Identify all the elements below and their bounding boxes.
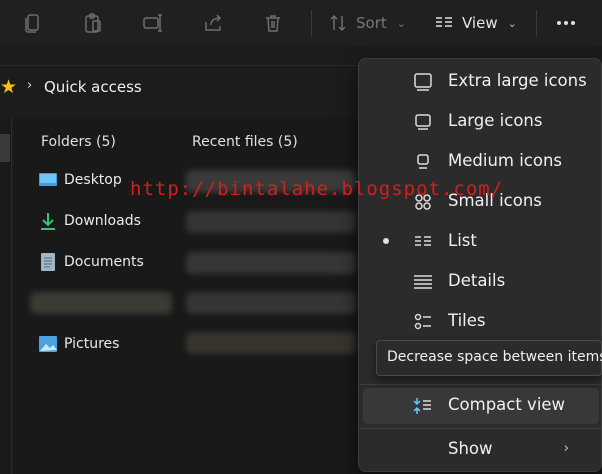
menu-item-label: List [448, 231, 477, 250]
menu-item-large-icons[interactable]: Large icons [363, 104, 599, 140]
menu-item-label: Extra large icons [448, 71, 587, 90]
menu-item-extra-large-icons[interactable]: Extra large icons [363, 64, 599, 100]
menu-item-details[interactable]: Details [363, 264, 599, 300]
selected-bullet-icon [383, 238, 389, 244]
menu-item-tiles[interactable]: Tiles [363, 304, 599, 340]
view-label: View [462, 14, 498, 32]
documents-icon [41, 253, 55, 271]
navigation-pane [0, 118, 12, 474]
large-icons-icon [415, 114, 431, 130]
command-bar: Sort ⌄ View ⌄ [0, 0, 602, 46]
folder-pictures[interactable]: Pictures [38, 332, 119, 356]
redacted-recent-file[interactable] [186, 252, 356, 274]
recent-files-header[interactable]: Recent files (5) [192, 134, 298, 150]
rename-icon[interactable] [140, 10, 166, 36]
compact-view-icon [413, 398, 431, 414]
menu-item-show[interactable]: Show › [363, 432, 599, 468]
chevron-down-icon: ⌄ [396, 16, 406, 30]
sort-label: Sort [356, 14, 387, 32]
folders-header[interactable]: Folders (5) [41, 134, 116, 150]
view-icon [436, 17, 452, 27]
folder-label: Desktop [64, 172, 122, 188]
folder-downloads[interactable]: Downloads [38, 209, 141, 233]
tooltip-compact-view: Decrease space between items [376, 340, 602, 376]
menu-item-list[interactable]: List [363, 224, 599, 260]
desktop-icon [39, 173, 57, 186]
redacted-recent-file[interactable] [186, 332, 356, 354]
view-menu: Extra large icons Large icons Medium ico… [358, 58, 602, 472]
watermark: http://bintalahe.blogspot.com/ [130, 178, 504, 200]
menu-item-label: Compact view [448, 395, 566, 414]
sort-button[interactable]: Sort ⌄ [328, 10, 406, 36]
pictures-icon [39, 336, 57, 352]
chevron-down-icon: ⌄ [507, 16, 517, 30]
copy-icon[interactable] [20, 10, 46, 36]
tiles-icon [414, 313, 431, 330]
menu-item-compact-view[interactable]: Compact view [363, 388, 599, 424]
menu-item-label: Show [448, 439, 493, 458]
menu-item-label: Details [448, 271, 506, 290]
sort-icon [330, 14, 346, 32]
extra-large-icons-icon [414, 73, 432, 91]
more-icon[interactable] [553, 10, 579, 36]
folder-label: Pictures [64, 336, 120, 352]
breadcrumb-quick-access[interactable]: Quick access [44, 78, 142, 96]
menu-item-label: Tiles [448, 311, 486, 330]
breadcrumb-chevron-icon[interactable]: › [27, 78, 32, 93]
downloads-icon [41, 213, 55, 230]
delete-icon[interactable] [260, 10, 286, 36]
redacted-recent-file[interactable] [186, 292, 356, 314]
list-icon [415, 236, 431, 246]
chevron-right-icon: › [563, 441, 569, 456]
details-icon [414, 275, 432, 289]
redacted-folder[interactable] [30, 292, 172, 314]
redacted-recent-file[interactable] [186, 211, 356, 233]
menu-item-label: Medium icons [448, 151, 563, 170]
paste-icon[interactable] [80, 10, 106, 36]
quick-access-star-icon: ★ [0, 76, 18, 98]
folder-documents[interactable]: Documents [38, 250, 144, 274]
folder-desktop[interactable]: Desktop [38, 168, 122, 192]
medium-icons-icon [417, 154, 429, 169]
folder-label: Downloads [64, 213, 141, 229]
view-button[interactable]: View ⌄ [434, 10, 517, 36]
share-icon[interactable] [200, 10, 226, 36]
folder-label: Documents [64, 254, 144, 270]
menu-item-medium-icons[interactable]: Medium icons [363, 144, 599, 180]
menu-item-label: Large icons [448, 111, 543, 130]
